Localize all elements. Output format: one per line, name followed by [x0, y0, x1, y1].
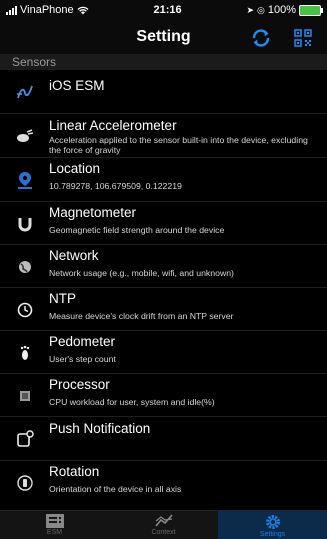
- magnet-icon: [10, 202, 40, 245]
- tab-settings[interactable]: Settings: [218, 511, 327, 539]
- sensor-row-network[interactable]: Network Network usage (e.g., mobile, wif…: [0, 245, 327, 288]
- sensor-subtitle: Network usage (e.g., mobile, wifi, and u…: [49, 268, 234, 278]
- page-title: Setting: [136, 28, 191, 45]
- sensor-subtitle: Measure device's clock drift from an NTP…: [49, 311, 234, 321]
- battery-label: 100%: [267, 4, 296, 16]
- tab-label: Settings: [259, 531, 286, 538]
- tab-esm[interactable]: ESM: [0, 511, 109, 539]
- sensor-row-linear-accelerometer[interactable]: Linear Accelerometer Acceleration applie…: [0, 114, 327, 158]
- sensor-texts: Processor CPU workload for user, system …: [40, 374, 317, 407]
- signal-icon: [6, 5, 17, 15]
- sensor-title: iOS ESM: [49, 78, 105, 93]
- sensor-title: Location: [49, 161, 101, 176]
- nav-actions: [249, 27, 315, 49]
- clock-icon: [10, 288, 40, 331]
- sensor-title: Network: [49, 248, 99, 263]
- sensor-row-processor[interactable]: Processor CPU workload for user, system …: [0, 374, 327, 417]
- sensor-title: Linear Accelerometer: [49, 118, 177, 133]
- qr-code-button[interactable]: [291, 27, 315, 49]
- chart-icon: [154, 514, 173, 527]
- cpu-icon: [10, 374, 40, 417]
- status-bar: VinaPhone 21:16 ➤ ◎ 100%: [0, 0, 327, 20]
- sensor-row-ntp[interactable]: NTP Measure device's clock drift from an…: [0, 288, 327, 331]
- sensor-texts: Pedometer User's step count: [40, 331, 317, 364]
- accelerometer-icon: [10, 114, 40, 158]
- sensor-row-pedometer[interactable]: Pedometer User's step count: [0, 331, 327, 374]
- carrier-label: VinaPhone: [20, 4, 74, 16]
- notification-icon: [10, 417, 40, 461]
- sensor-row-rotation[interactable]: Rotation Orientation of the device in al…: [0, 461, 327, 505]
- sensor-subtitle: Geomagnetic field strength around the de…: [49, 225, 225, 235]
- battery-icon: [299, 4, 323, 16]
- sensor-title: Processor: [49, 377, 110, 392]
- sensor-subtitle: Orientation of the device in all axis: [49, 484, 182, 494]
- wifi-icon: [77, 6, 89, 14]
- globe-icon: [10, 245, 40, 288]
- sensor-title: NTP: [49, 291, 76, 306]
- tab-bar: ESM Context Settings: [0, 510, 327, 539]
- sensor-list[interactable]: iOS ESM Linear Accelerometer Acceleratio…: [0, 70, 327, 511]
- sensor-row-ios-esm[interactable]: iOS ESM: [0, 70, 327, 114]
- list-icon: [45, 514, 64, 528]
- clock-label: 21:16: [153, 4, 182, 16]
- section-label: Sensors: [12, 55, 57, 69]
- sensor-texts: Location 10.789278, 106.679509, 0.122219: [40, 158, 317, 191]
- tab-label: ESM: [46, 529, 63, 536]
- status-right: ➤ ◎ 100%: [246, 4, 323, 16]
- sensor-texts: Push Notification: [40, 417, 317, 436]
- location-icon: [10, 158, 40, 202]
- sensor-subtitle: CPU workload for user, system and idle(%…: [49, 397, 215, 407]
- tab-context[interactable]: Context: [109, 511, 218, 539]
- tab-label: Context: [151, 529, 176, 536]
- rotation-icon: [10, 461, 40, 505]
- section-header: Sensors: [0, 54, 327, 70]
- sensor-title: Magnetometer: [49, 205, 137, 220]
- sensor-texts: Linear Accelerometer Acceleration applie…: [40, 114, 317, 155]
- sensor-subtitle: Acceleration applied to the sensor built…: [49, 135, 308, 155]
- sensor-row-push-notification[interactable]: Push Notification: [0, 417, 327, 461]
- location-arrow-icon: ➤: [246, 4, 254, 15]
- sensor-texts: NTP Measure device's clock drift from an…: [40, 288, 317, 321]
- footprint-icon: [10, 331, 40, 374]
- refresh-button[interactable]: [249, 27, 273, 49]
- sensor-title: Push Notification: [49, 421, 151, 436]
- sensor-row-magnetometer[interactable]: Magnetometer Geomagnetic field strength …: [0, 202, 327, 245]
- navigation-bar: Setting: [0, 20, 327, 54]
- sensor-subtitle: User's step count: [49, 354, 116, 364]
- gear-icon: [265, 515, 280, 529]
- sensor-texts: Network Network usage (e.g., mobile, wif…: [40, 245, 317, 278]
- sensor-texts: Magnetometer Geomagnetic field strength …: [40, 202, 317, 235]
- qr-code-icon: [294, 29, 312, 47]
- sensor-subtitle: 10.789278, 106.679509, 0.122219: [49, 181, 182, 191]
- refresh-icon: [252, 29, 270, 47]
- sensor-row-location[interactable]: Location 10.789278, 106.679509, 0.122219: [0, 158, 327, 202]
- sensor-title: Rotation: [49, 464, 100, 479]
- sensor-texts: iOS ESM: [40, 70, 317, 93]
- status-left: VinaPhone: [6, 4, 89, 16]
- sensor-texts: Rotation Orientation of the device in al…: [40, 461, 317, 494]
- alarm-icon: ◎: [257, 4, 265, 15]
- sensor-title: Pedometer: [49, 334, 116, 349]
- esm-icon: [10, 70, 40, 114]
